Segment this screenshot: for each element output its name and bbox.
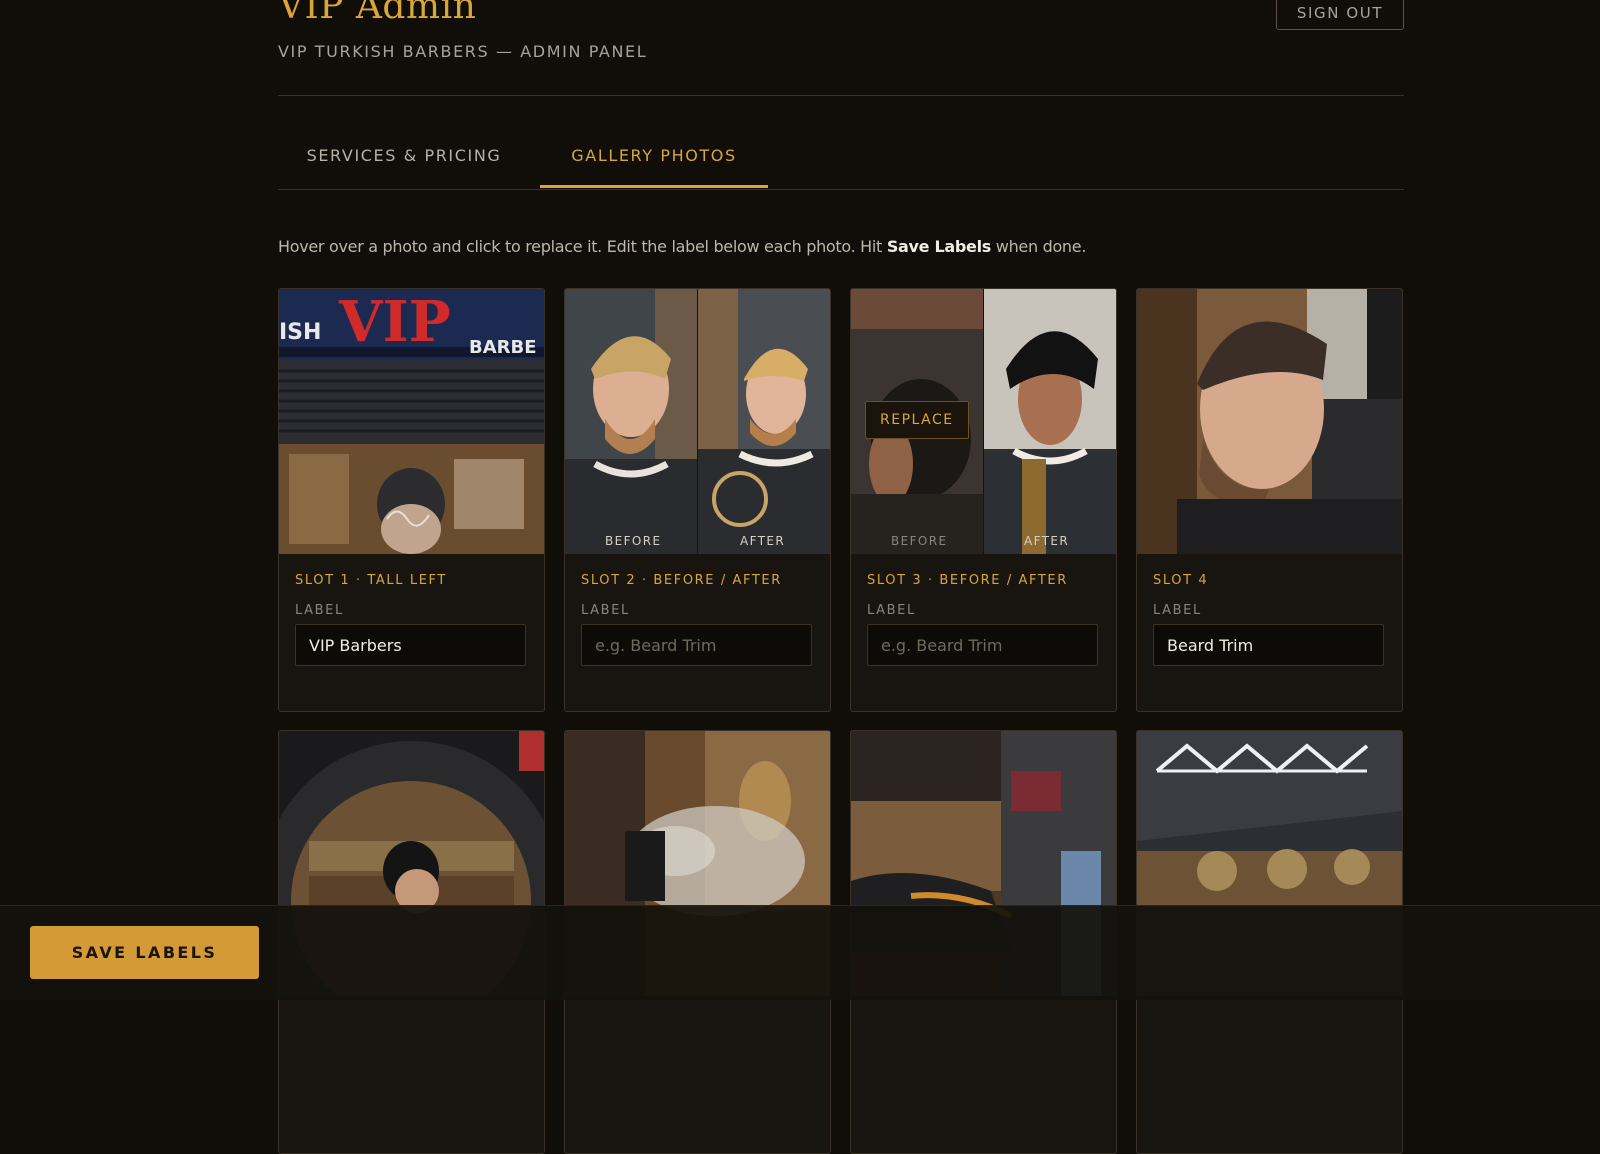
tab-bar: SERVICES & PRICING GALLERY PHOTOS — [278, 132, 1404, 190]
save-labels-button[interactable]: SAVE LABELS — [30, 926, 259, 979]
gallery-card-slot-4: SLOT 4 LABEL — [1136, 288, 1403, 712]
svg-text:VIP: VIP — [338, 289, 451, 355]
after-label: AFTER — [1024, 534, 1070, 548]
label-caption: LABEL — [867, 603, 916, 618]
label-caption: LABEL — [581, 603, 630, 618]
sign-out-button[interactable]: SIGN OUT — [1276, 0, 1404, 30]
after-photo: AFTER — [984, 289, 1116, 554]
slot-title: SLOT 4 — [1153, 573, 1209, 588]
slot-title: SLOT 1 · TALL LEFT — [295, 573, 447, 588]
instructions-suffix: when done. — [991, 237, 1087, 256]
svg-text:ISH: ISH — [279, 320, 321, 345]
gallery-card-slot-3: BEFORE AFTER REPLACE SLOT 3 · BEFORE / A… — [850, 288, 1117, 712]
after-photo: AFTER — [698, 289, 830, 554]
slot-title: SLOT 2 · BEFORE / AFTER — [581, 573, 782, 588]
label-input[interactable] — [581, 624, 812, 666]
header-divider — [278, 95, 1404, 96]
label-caption: LABEL — [1153, 603, 1202, 618]
barbershop-sign-photo: VIP ISH BARBE — [279, 289, 544, 554]
gallery-photo-slot-3[interactable]: BEFORE AFTER REPLACE — [851, 289, 1116, 554]
bottom-action-bar: SAVE LABELS — [0, 905, 1600, 1000]
after-label: AFTER — [740, 534, 786, 548]
before-photo: BEFORE — [565, 289, 697, 554]
svg-text:BARBE: BARBE — [469, 337, 537, 358]
page-title: VIP Admin — [278, 0, 477, 27]
before-label: BEFORE — [605, 534, 662, 548]
before-image — [565, 289, 697, 554]
label-input[interactable] — [295, 624, 526, 666]
after-image — [698, 289, 830, 554]
instructions-emphasis: Save Labels — [886, 237, 991, 256]
gallery-photo-slot-2[interactable]: BEFORE AFTER — [565, 289, 830, 554]
label-input[interactable] — [1153, 624, 1384, 666]
slot-title: SLOT 3 · BEFORE / AFTER — [867, 573, 1068, 588]
haircut-side-profile-photo — [1137, 289, 1402, 554]
label-input[interactable] — [867, 624, 1098, 666]
page-subtitle: VIP TURKISH BARBERS — ADMIN PANEL — [278, 42, 648, 61]
after-image — [984, 289, 1116, 554]
label-caption: LABEL — [295, 603, 344, 618]
tab-gallery-photos[interactable]: GALLERY PHOTOS — [540, 132, 768, 188]
gallery-card-slot-1: VIP ISH BARBE SLOT 1 · TALL LEFT LABEL — [278, 288, 545, 712]
gallery-photo-slot-4[interactable] — [1137, 289, 1402, 554]
gallery-card-slot-2: BEFORE AFTER SLOT 2 · BEFORE / AFTER LAB… — [564, 288, 831, 712]
instructions-prefix: Hover over a photo and click to replace … — [278, 237, 887, 256]
replace-button[interactable]: REPLACE — [865, 401, 969, 439]
gallery-photo-slot-1[interactable]: VIP ISH BARBE — [279, 289, 544, 554]
tab-services-pricing[interactable]: SERVICES & PRICING — [278, 132, 530, 188]
instructions-text: Hover over a photo and click to replace … — [278, 237, 1086, 256]
before-label: BEFORE — [891, 534, 948, 548]
